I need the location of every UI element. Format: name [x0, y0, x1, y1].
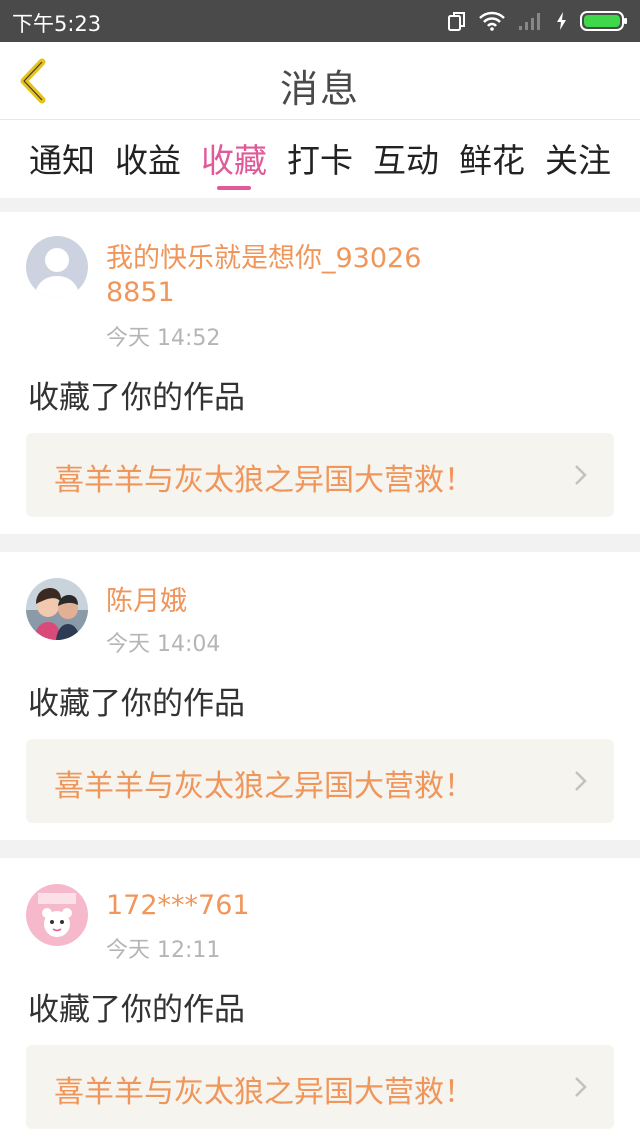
chevron-right-icon [575, 465, 587, 485]
tab-bar: 通知 收益 收藏 打卡 互动 鲜花 关注 [0, 120, 640, 198]
work-title: 喜羊羊与灰太狼之异国大营救！ [54, 1075, 474, 1110]
active-tab-indicator [217, 186, 251, 190]
timestamp: 今天 14:04 [106, 632, 221, 657]
signal-icon [519, 13, 540, 30]
action-text: 收藏了你的作品 [28, 686, 245, 722]
timestamp: 今天 14:52 [106, 326, 221, 351]
default-avatar-icon [34, 248, 80, 298]
username[interactable]: 我的快乐就是想你_930268851 [106, 242, 426, 310]
tab-interaction[interactable]: 互动 [368, 134, 444, 190]
avatar[interactable] [26, 884, 88, 946]
nav-bar: 消息 [0, 42, 640, 120]
page-title: 消息 [279, 67, 360, 111]
work-title: 喜羊羊与灰太狼之异国大营救！ [54, 463, 474, 498]
charging-icon [557, 12, 566, 30]
tab-flowers[interactable]: 鲜花 [454, 134, 530, 190]
avatar[interactable] [26, 578, 88, 640]
avatar[interactable] [26, 236, 88, 298]
action-text: 收藏了你的作品 [28, 380, 245, 416]
user-photo [26, 578, 88, 640]
work-link[interactable]: 喜羊羊与灰太狼之异国大营救！ [26, 1045, 614, 1129]
work-title: 喜羊羊与灰太狼之异国大营救！ [54, 769, 474, 804]
status-icons [448, 9, 628, 33]
work-link[interactable]: 喜羊羊与灰太狼之异国大营救！ [26, 433, 614, 517]
work-link[interactable]: 喜羊羊与灰太狼之异国大营救！ [26, 739, 614, 823]
status-time: 下午5:23 [12, 12, 102, 36]
wifi-icon [479, 11, 505, 31]
tab-notifications[interactable]: 通知 [24, 134, 100, 190]
message-card: 我的快乐就是想你_930268851 今天 14:52 收藏了你的作品 喜羊羊与… [0, 212, 640, 534]
tab-favorites[interactable]: 收藏 [196, 134, 272, 190]
chevron-right-icon [575, 771, 587, 791]
user-photo [26, 884, 88, 946]
username[interactable]: 172***761 [106, 889, 426, 923]
username[interactable]: 陈月娥 [106, 585, 426, 619]
tab-follow[interactable]: 关注 [540, 134, 616, 190]
tab-earnings[interactable]: 收益 [110, 134, 186, 190]
battery-icon [580, 11, 627, 31]
status-bar: 下午5:23 [0, 0, 640, 42]
action-text: 收藏了你的作品 [28, 992, 245, 1028]
timestamp: 今天 12:11 [106, 938, 221, 963]
chevron-right-icon [575, 1077, 587, 1097]
message-card: 陈月娥 今天 14:04 收藏了你的作品 喜羊羊与灰太狼之异国大营救！ [0, 552, 640, 840]
copy-icon [448, 12, 465, 31]
message-card: 172***761 今天 12:11 收藏了你的作品 喜羊羊与灰太狼之异国大营救… [0, 858, 640, 1138]
tab-checkin[interactable]: 打卡 [282, 134, 358, 190]
